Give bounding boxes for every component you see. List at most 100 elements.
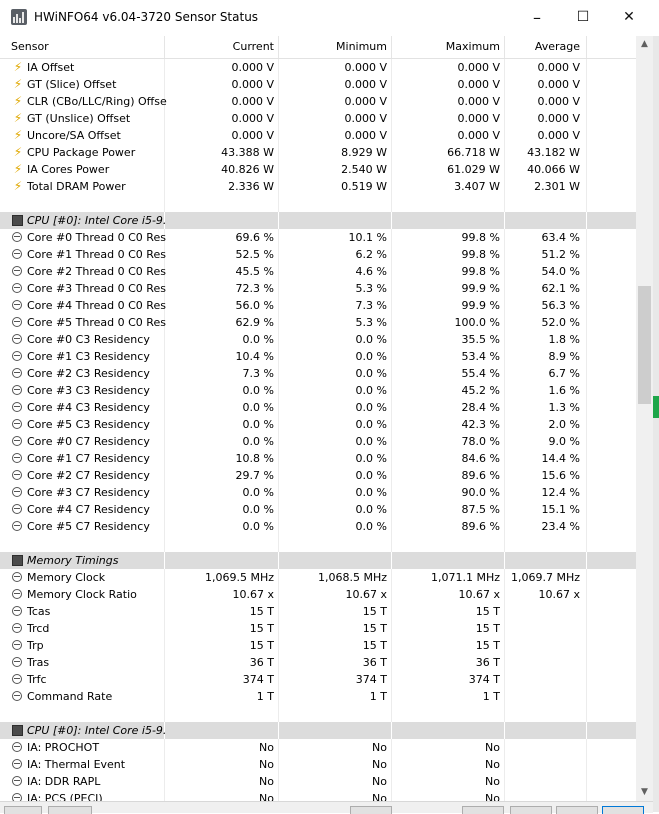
sensor-row[interactable]: Core #2 C7 Residency 29.7 % 0.0 % 89.6 % 15.… [0,467,636,484]
maximum-value: 0.000 V [457,78,500,91]
minimum-value: 5.3 % [355,282,387,295]
column-header-average[interactable]: Average [508,40,580,53]
toolbar-button[interactable] [602,806,644,814]
clock-icon [12,368,22,378]
clock-icon [12,249,22,259]
sensor-row[interactable]: Core #4 C7 Residency 0.0 % 0.0 % 87.5 % 15.1… [0,501,636,518]
sensor-row[interactable]: ⚡ Total DRAM Power 2.336 W 0.519 W 3.407 W 2.… [0,178,636,195]
column-divider [391,59,392,76]
current-value: 45.5 % [235,265,274,278]
scroll-up-arrow-icon[interactable]: ▲ [636,36,653,53]
sensor-row[interactable]: IA: Thermal Event No No No [0,756,636,773]
scroll-down-arrow-icon[interactable]: ▼ [636,784,653,801]
sensor-row[interactable]: ⚡ Uncore/SA Offset 0.000 V 0.000 V 0.000 V 0.… [0,127,636,144]
sensor-row[interactable]: ⚡ GT (Slice) Offset 0.000 V 0.000 V 0.000 V 0… [0,76,636,93]
sensor-row[interactable]: ⚡ IA Offset 0.000 V 0.000 V 0.000 V 0.000 V [0,59,636,76]
column-header-sensor[interactable]: Sensor [11,40,49,53]
current-value: No [259,775,274,788]
column-divider [504,671,505,688]
toolbar-button[interactable] [556,806,598,814]
sensor-row[interactable]: Trcd 15 T 15 T 15 T [0,620,636,637]
sensor-row[interactable]: Core #5 C3 Residency 0.0 % 0.0 % 42.3 % 2.0 … [0,416,636,433]
sensor-row[interactable]: Core #1 Thread 0 C0 Res... 52.5 % 6.2 % 99.… [0,246,636,263]
maximum-value: 1 T [482,690,500,703]
app-icon[interactable] [11,9,27,25]
column-header-minimum[interactable]: Minimum [282,40,387,53]
sensor-row[interactable]: Core #4 Thread 0 C0 Res... 56.0 % 7.3 % 99.… [0,297,636,314]
sensor-row[interactable]: ⚡ CPU Package Power 43.388 W 8.929 W 66.718 … [0,144,636,161]
close-button[interactable]: ✕ [606,0,652,34]
bottom-toolbar [0,801,653,814]
minimum-value: 0.0 % [355,452,387,465]
column-divider [586,280,587,297]
column-divider [504,433,505,450]
sensor-row[interactable]: Tras 36 T 36 T 36 T [0,654,636,671]
column-header-current[interactable]: Current [168,40,274,53]
column-divider [586,212,587,229]
sensor-row[interactable]: ⚡ CLR (CBo/LLC/Ring) Offset 0.000 V 0.000 V… [0,93,636,110]
column-divider [391,348,392,365]
lightning-bolt-icon: ⚡ [13,128,23,142]
spacer-row [0,535,636,552]
vertical-scrollbar[interactable]: ▲ ▼ [636,36,653,801]
maximum-value: 45.2 % [461,384,500,397]
maximum-value: 99.9 % [461,282,500,295]
sensor-row[interactable]: Command Rate 1 T 1 T 1 T [0,688,636,705]
sensor-name: Total DRAM Power [27,180,126,193]
sensor-row[interactable]: IA: PROCHOT No No No [0,739,636,756]
column-header-maximum[interactable]: Maximum [395,40,500,53]
sensor-row[interactable]: Core #0 C3 Residency 0.0 % 0.0 % 35.5 % 1.8 … [0,331,636,348]
sensor-name: Core #1 Thread 0 C0 Res... [27,248,167,261]
sensor-row[interactable]: Memory Clock 1,069.5 MHz 1,068.5 MHz 1,071.… [0,569,636,586]
sensor-row[interactable]: Memory Clock Ratio 10.67 x 10.67 x 10.67 x 1… [0,586,636,603]
average-value: 6.7 % [548,367,580,380]
column-divider [586,144,587,161]
minimum-value: 0.000 V [344,61,387,74]
sensor-name: IA Offset [27,61,75,74]
sensor-name: GT (Unslice) Offset [27,112,131,125]
sensor-row[interactable]: Core #0 C7 Residency 0.0 % 0.0 % 78.0 % 9.0 … [0,433,636,450]
toolbar-button[interactable] [350,806,392,814]
column-divider [278,144,279,161]
maximum-value: 0.000 V [457,61,500,74]
maximum-value: 89.6 % [461,520,500,533]
sensor-row[interactable]: Core #1 C3 Residency 10.4 % 0.0 % 53.4 % 8.9… [0,348,636,365]
column-divider [278,76,279,93]
column-divider [586,603,587,620]
minimum-value: 1,068.5 MHz [317,571,387,584]
sensor-row[interactable]: Core #3 C3 Residency 0.0 % 0.0 % 45.2 % 1.6 … [0,382,636,399]
average-value: 2.0 % [548,418,580,431]
sensor-row[interactable]: Core #0 Thread 0 C0 Res... 69.6 % 10.1 % 99… [0,229,636,246]
sensor-grid[interactable]: Sensor Current Minimum Maximum Average ⚡… [0,36,636,801]
maximize-button[interactable]: ☐ [560,0,606,34]
toolbar-button[interactable] [510,806,552,814]
sensor-row[interactable]: ⚡ GT (Unslice) Offset 0.000 V 0.000 V 0.000 … [0,110,636,127]
column-divider [586,501,587,518]
scrollbar-thumb[interactable] [638,286,651,404]
sensor-row[interactable]: IA: DDR RAPL No No No [0,773,636,790]
sensor-row[interactable]: Core #3 Thread 0 C0 Res... 72.3 % 5.3 % 99.… [0,280,636,297]
sensor-row[interactable]: ⚡ IA Cores Power 40.826 W 2.540 W 61.029 W 40… [0,161,636,178]
average-value: 0.000 V [537,112,580,125]
group-header-row[interactable]: CPU [#0]: Intel Core i5-9... [0,722,636,739]
sensor-row[interactable]: Core #1 C7 Residency 10.8 % 0.0 % 84.6 % 14.… [0,450,636,467]
sensor-row[interactable]: Core #2 Thread 0 C0 Res... 45.5 % 4.6 % 99.… [0,263,636,280]
minimize-button[interactable]: – [514,0,560,34]
group-header-row[interactable]: Memory Timings [0,552,636,569]
sensor-row[interactable]: Core #4 C3 Residency 0.0 % 0.0 % 28.4 % 1.3 … [0,399,636,416]
sensor-row[interactable]: Trfc 374 T 374 T 374 T [0,671,636,688]
sensor-row[interactable]: Core #5 C7 Residency 0.0 % 0.0 % 89.6 % 23.4… [0,518,636,535]
group-header-row[interactable]: CPU [#0]: Intel Core i5-9... [0,212,636,229]
column-divider [278,535,279,552]
toolbar-button[interactable] [48,806,92,814]
sensor-row[interactable]: IA: PCS (PECI) No No No [0,790,636,801]
sensor-row[interactable]: Tcas 15 T 15 T 15 T [0,603,636,620]
sensor-row[interactable]: Trp 15 T 15 T 15 T [0,637,636,654]
sensor-row[interactable]: Core #3 C7 Residency 0.0 % 0.0 % 90.0 % 12.4… [0,484,636,501]
toolbar-button[interactable] [462,806,504,814]
toolbar-button[interactable] [4,806,42,814]
column-divider [586,365,587,382]
sensor-row[interactable]: Core #2 C3 Residency 7.3 % 0.0 % 55.4 % 6.7 … [0,365,636,382]
column-divider [391,280,392,297]
sensor-row[interactable]: Core #5 Thread 0 C0 Res... 62.9 % 5.3 % 100… [0,314,636,331]
